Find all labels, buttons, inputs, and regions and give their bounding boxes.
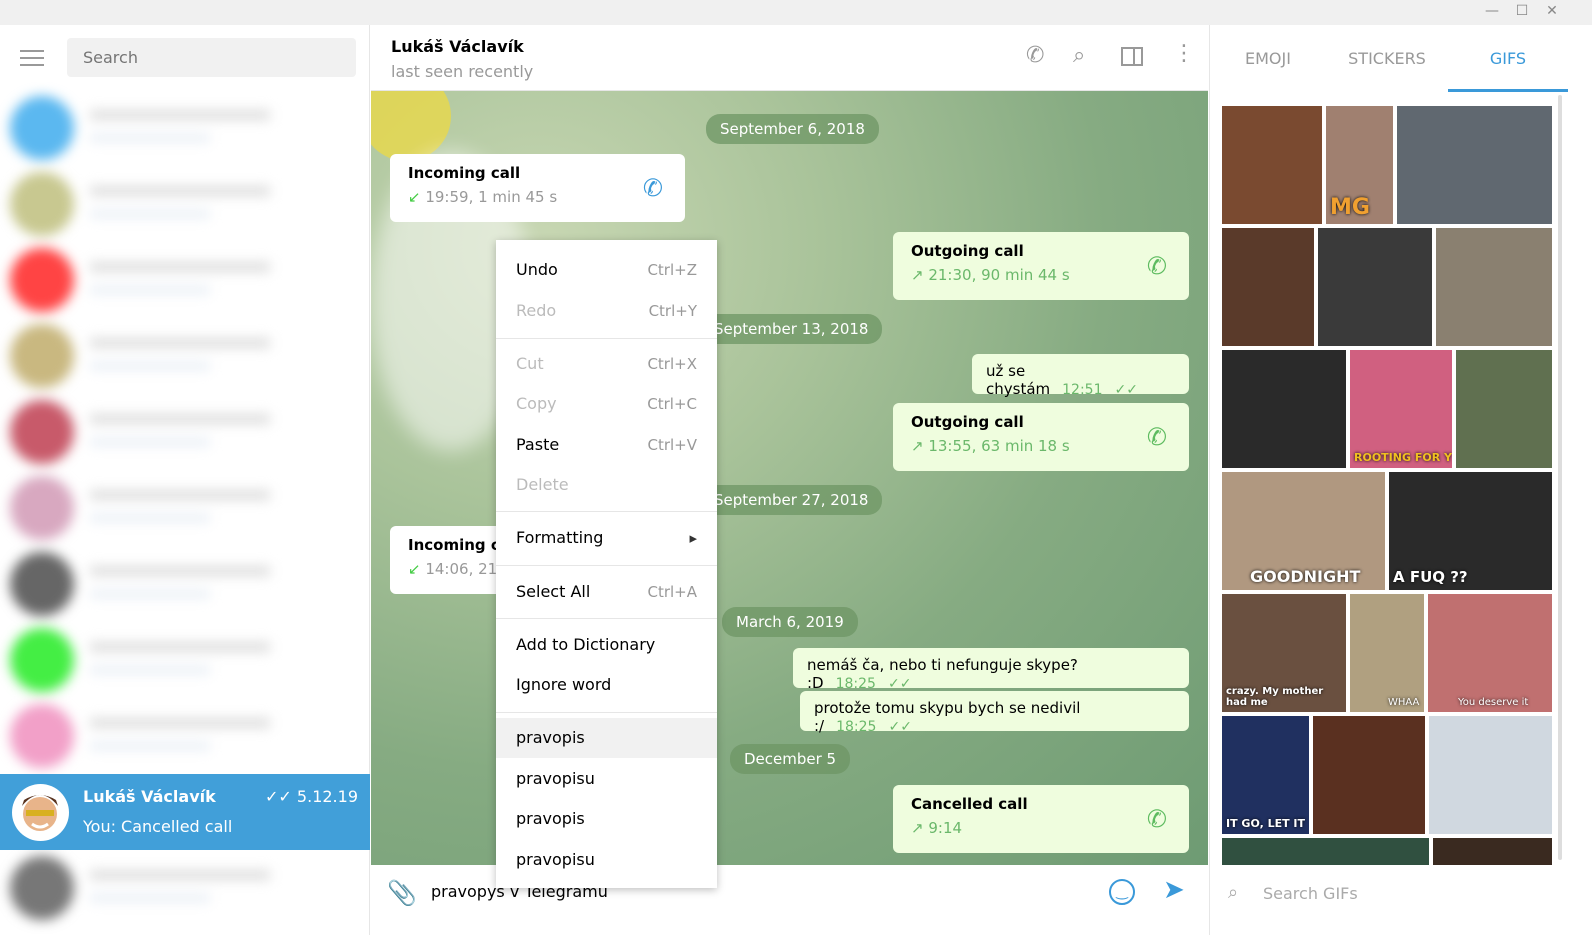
chat-status: last seen recently <box>391 62 534 81</box>
scrollbar[interactable] <box>1558 95 1562 860</box>
gif-item[interactable]: crazy. My mother had me <box>1222 594 1346 712</box>
date-pill: September 13, 2018 <box>700 314 883 344</box>
date-pill: December 5 <box>730 744 851 774</box>
gif-item[interactable] <box>1222 106 1322 224</box>
menu-icon[interactable] <box>20 50 44 68</box>
menu-item-ignore-word[interactable]: Ignore word <box>496 665 717 705</box>
menu-item-suggestion[interactable]: pravopis <box>496 799 717 839</box>
text-message[interactable]: už se chystám 12:51 ✓✓ <box>972 354 1189 398</box>
double-check-icon: ✓✓ <box>265 787 297 806</box>
emoji-icon[interactable]: ‿ <box>1109 879 1135 905</box>
chat-title: Lukáš Václavík <box>391 37 524 56</box>
menu-item-suggestion[interactable]: pravopis <box>496 718 717 758</box>
menu-item-cut[interactable]: Cut Ctrl+X <box>496 344 717 384</box>
menu-item-redo[interactable]: Redo Ctrl+Y <box>496 291 717 331</box>
search-icon: ⌕ <box>1228 882 1239 903</box>
chat-list-item[interactable] <box>0 698 370 774</box>
gif-item[interactable] <box>1318 228 1432 346</box>
maximize-button[interactable]: ☐ <box>1512 3 1532 23</box>
tab-emoji[interactable]: EMOJI <box>1208 25 1328 92</box>
call-message[interactable]: Outgoing call ↗ 13:55, 63 min 18 s ✆ <box>893 403 1189 471</box>
chat-name: Lukáš Václavík <box>83 787 216 806</box>
phone-icon[interactable]: ✆ <box>1147 805 1167 833</box>
title-bar <box>0 0 1592 25</box>
gif-item[interactable] <box>1222 350 1346 468</box>
text-message[interactable]: protože tomu skypu bych se nedivil :/18:… <box>800 691 1189 735</box>
chat-list-item[interactable] <box>0 90 370 166</box>
gif-item[interactable] <box>1436 228 1552 346</box>
menu-item-delete[interactable]: Delete <box>496 465 717 505</box>
minimize-button[interactable]: — <box>1482 3 1502 23</box>
avatar <box>12 784 69 841</box>
gif-item[interactable] <box>1433 838 1552 865</box>
gif-item[interactable]: MG <box>1326 106 1393 224</box>
menu-item-paste[interactable]: Paste Ctrl+V <box>496 425 717 465</box>
gif-item[interactable]: You deserve it <box>1428 594 1552 712</box>
chat-list-item[interactable] <box>0 166 370 242</box>
incoming-arrow-icon: ↙ <box>408 188 426 206</box>
menu-item-formatting[interactable]: Formatting ▸ <box>496 518 717 558</box>
phone-icon[interactable]: ✆ <box>643 174 663 202</box>
gif-search-input[interactable]: Search GIFs <box>1263 884 1358 903</box>
chat-list-item[interactable] <box>0 850 370 926</box>
gif-item[interactable] <box>1222 838 1429 865</box>
gif-item[interactable]: WHAA <box>1350 594 1424 712</box>
chat-date: ✓✓ 5.12.19 <box>265 787 358 806</box>
attach-icon[interactable]: 📎 <box>387 879 417 907</box>
phone-icon[interactable]: ✆ <box>1026 43 1044 68</box>
text-message[interactable]: nemáš ča, nebo ti nefunguje skype? :D 18:… <box>793 648 1189 692</box>
menu-item-select-all[interactable]: Select All Ctrl+A <box>496 572 717 612</box>
call-message[interactable]: Cancelled call ↗ 9:14 ✆ <box>893 785 1189 853</box>
search-input[interactable] <box>67 38 356 77</box>
chat-list-item[interactable] <box>0 394 370 470</box>
menu-item-suggestion[interactable]: pravopisu <box>496 840 717 880</box>
tab-gifs[interactable]: GIFS <box>1448 25 1568 92</box>
gif-item[interactable]: ROOTING FOR Y <box>1350 350 1452 468</box>
gif-item[interactable] <box>1456 350 1552 468</box>
gif-item[interactable]: A FUQ ?? <box>1389 472 1552 590</box>
gif-item[interactable]: GOODNIGHT <box>1222 472 1385 590</box>
sidebar-toggle-icon[interactable] <box>1121 47 1143 66</box>
date-pill: March 6, 2019 <box>722 607 858 637</box>
more-icon[interactable]: ⋮ <box>1173 41 1195 66</box>
call-message[interactable]: Incoming call ↙ 19:59, 1 min 45 s ✆ <box>390 154 685 222</box>
chat-list-item[interactable] <box>0 622 370 698</box>
gif-item[interactable] <box>1397 106 1552 224</box>
outgoing-arrow-icon: ↗ <box>911 266 929 284</box>
chat-list-item-selected[interactable]: Lukáš Václavík ✓✓ 5.12.19 You: Cancelled… <box>0 774 370 850</box>
gif-item[interactable] <box>1222 228 1314 346</box>
submenu-arrow-icon: ▸ <box>689 529 697 547</box>
search-icon[interactable]: ⌕ <box>1073 43 1085 68</box>
close-button[interactable]: ✕ <box>1542 3 1562 23</box>
context-menu: Undo Ctrl+Z Redo Ctrl+Y Cut Ctrl+X Copy Ctrl… <box>496 240 717 888</box>
menu-item-suggestion[interactable]: pravopisu <box>496 759 717 799</box>
menu-item-copy[interactable]: Copy Ctrl+C <box>496 384 717 424</box>
tab-stickers[interactable]: STICKERS <box>1327 25 1447 92</box>
chat-list-item[interactable] <box>0 546 370 622</box>
chat-list-item[interactable] <box>0 242 370 318</box>
chat-list-item[interactable] <box>0 470 370 546</box>
menu-item-add-to-dictionary[interactable]: Add to Dictionary <box>496 625 717 665</box>
gif-item[interactable] <box>1313 716 1425 834</box>
call-message[interactable]: Outgoing call ↗ 21:30, 90 min 44 s ✆ <box>893 232 1189 300</box>
date-pill: September 6, 2018 <box>706 114 879 144</box>
date-pill: September 27, 2018 <box>700 485 883 515</box>
chat-list-item[interactable] <box>0 318 370 394</box>
phone-icon[interactable]: ✆ <box>1147 423 1167 451</box>
chat-header: Lukáš Václavík last seen recently ✆ ⌕ ⋮ <box>371 25 1208 91</box>
gif-item[interactable]: IT GO, LET IT <box>1222 716 1309 834</box>
gif-item[interactable] <box>1429 716 1552 834</box>
menu-item-undo[interactable]: Undo Ctrl+Z <box>496 250 717 290</box>
send-icon[interactable]: ➤ <box>1163 875 1185 905</box>
chat-preview: You: Cancelled call <box>83 817 233 836</box>
phone-icon[interactable]: ✆ <box>1147 252 1167 280</box>
